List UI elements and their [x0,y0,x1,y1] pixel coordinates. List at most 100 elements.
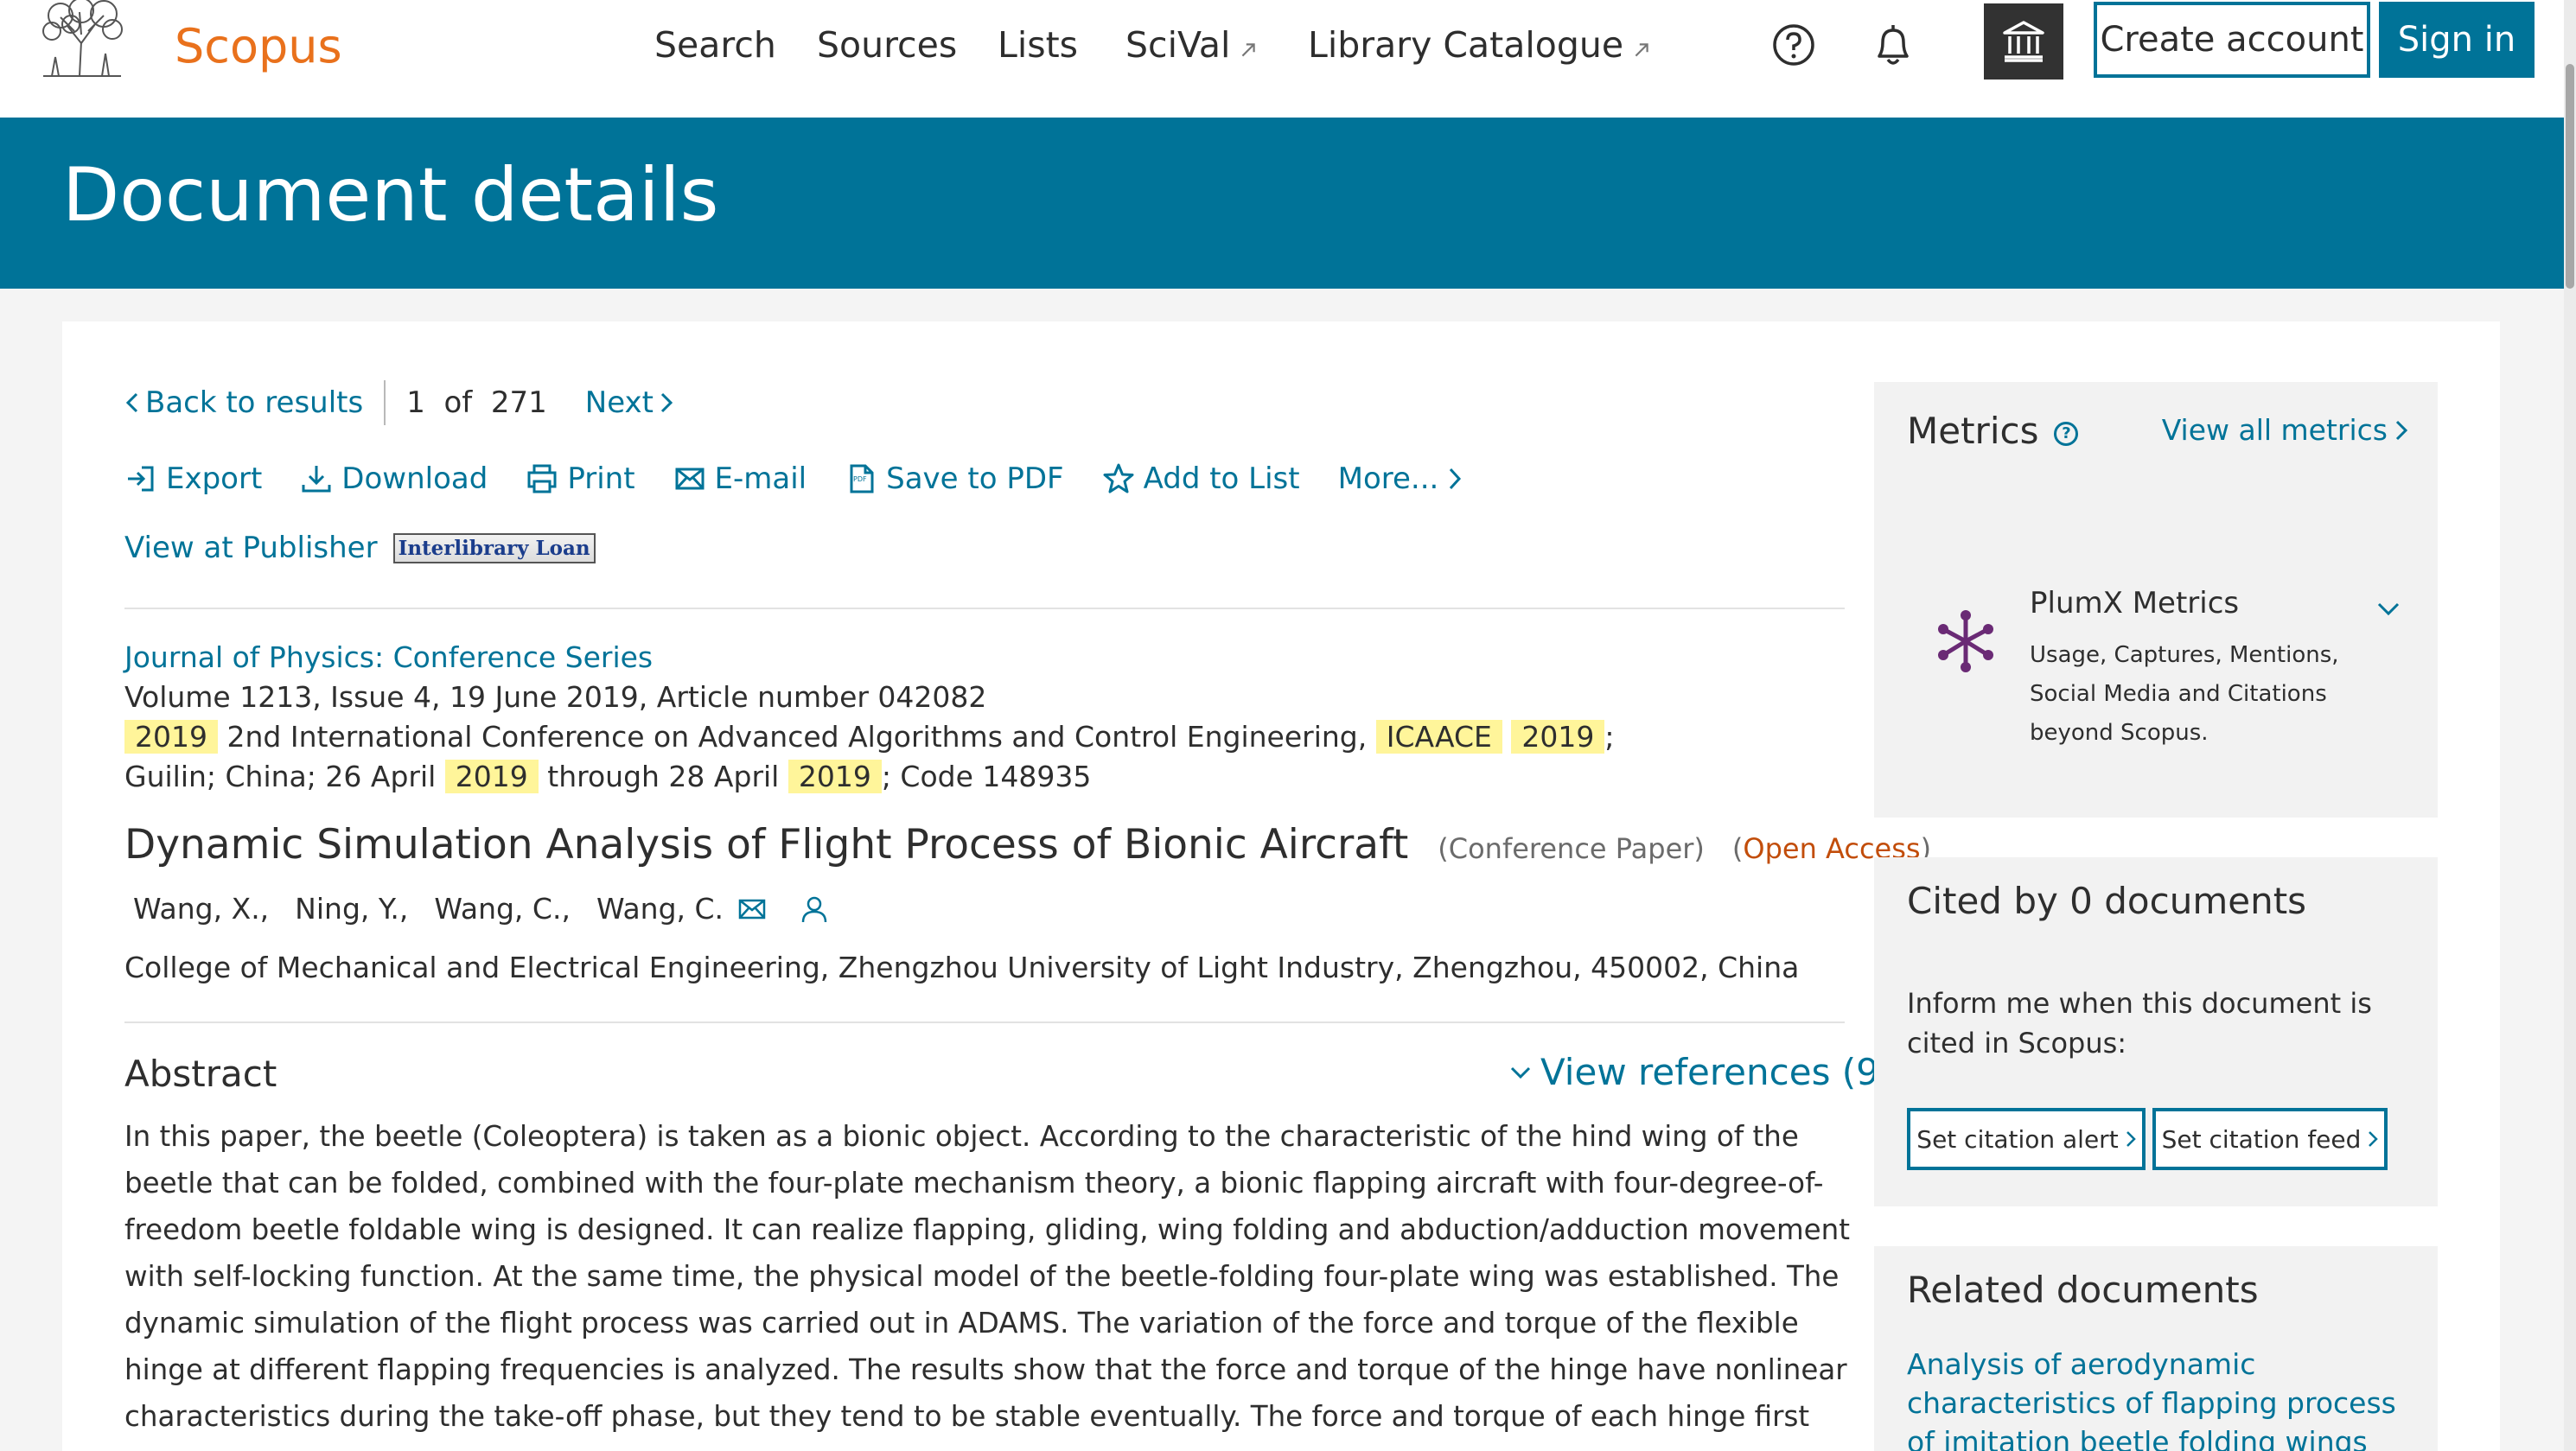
source-info: Journal of Physics: Conference Series Vo… [124,638,1853,797]
nav-scival[interactable]: SciVal [1125,24,1258,66]
location-line: Guilin; China; 26 April 2019 through 28 … [124,757,1853,797]
related-document-link[interactable]: Analysis of aerodynamic characteristics … [1907,1345,2408,1451]
envelope-icon[interactable] [737,894,767,924]
conference-line: 2019 2nd International Conference on Adv… [124,717,1853,757]
author-link[interactable]: Wang, X., [133,892,269,926]
scrollbar[interactable] [2564,0,2576,1451]
publisher-row: View at Publisher Interlibrary Loan [124,531,596,565]
save-pdf-button[interactable]: PDF Save to PDF [845,461,1064,496]
oa-open-paren: ( [1731,832,1744,865]
back-to-results-label: Back to results [145,385,364,420]
page-title: Document details [62,152,719,239]
more-label: More... [1337,461,1439,496]
document-title-row: Dynamic Simulation Analysis of Flight Pr… [124,821,1931,869]
page-banner: Document details [0,118,2564,289]
author-link[interactable]: Wang, C. [596,892,724,926]
external-link-icon [1241,43,1256,57]
chevron-right-icon [2395,420,2408,440]
metrics-title-label: Metrics [1907,410,2039,452]
abstract-heading: Abstract [124,1053,277,1095]
chevron-right-icon [1450,468,1462,490]
save-pdf-label: Save to PDF [886,461,1064,496]
highlight-year: 2019 [444,760,539,793]
highlight-year: 2019 [787,760,882,793]
bell-icon [1878,25,1909,65]
nav-lists[interactable]: Lists [998,24,1078,66]
highlight-year: 2019 [124,720,218,754]
email-button[interactable]: E-mail [673,461,807,496]
conference-name: 2nd International Conference on Advanced… [226,720,1368,754]
author-link[interactable]: Wang, C., [434,892,571,926]
view-at-publisher-link[interactable]: View at Publisher [124,531,378,565]
abstract-text: In this paper, the beetle (Coleoptera) i… [124,1120,1850,1451]
print-icon [527,464,557,493]
print-button[interactable]: Print [526,461,635,496]
chevron-down-icon[interactable] [2375,596,2401,622]
star-icon [1103,463,1134,493]
related-documents-panel: Related documents Analysis of aerodynami… [1874,1246,2438,1451]
elsevier-tree-logo[interactable] [26,0,138,80]
divider [124,1021,1845,1023]
document-type: (Conference Paper) [1438,832,1705,865]
view-references-label: View references (9) [1540,1051,1894,1093]
set-citation-feed-label: Set citation feed [2161,1124,2362,1154]
chevron-right-icon [2369,1131,2379,1147]
highlight-acronym: ICAACE [1375,720,1502,754]
divider [384,380,386,425]
nav-library-catalogue-label: Library Catalogue [1308,24,1624,66]
view-all-metrics-link[interactable]: View all metrics [2162,413,2408,447]
sign-in-button[interactable]: Sign in [2379,2,2535,78]
nav-search-label: Search [654,24,776,66]
set-citation-feed-button[interactable]: Set citation feed [2152,1108,2388,1170]
author-list: Wang, X., Ning, Y., Wang, C., Wang, C. [133,892,855,926]
download-button[interactable]: Download [300,461,488,496]
metrics-panel: Metrics? View all metrics PlumX Metrics … [1874,382,2438,818]
institution-button[interactable] [1984,3,2063,80]
location-through: through 28 April [547,760,780,793]
highlight-year: 2019 [1511,720,1605,754]
related-documents-title: Related documents [1907,1269,2259,1311]
nav-library-catalogue[interactable]: Library Catalogue [1308,24,1651,66]
scopus-brand[interactable]: Scopus [175,19,342,73]
email-icon [675,468,705,490]
cited-by-text: Inform me when this document is cited in… [1907,987,2372,1060]
conference-code: ; Code 148935 [881,760,1092,793]
top-navigation-bar: Scopus Search Sources Lists SciVal Libra… [0,0,2576,118]
scrollbar-thumb[interactable] [2566,64,2574,289]
add-to-list-label: Add to List [1143,461,1300,496]
nav-sources[interactable]: Sources [817,24,957,66]
next-result-label: Next [584,385,654,420]
pdf-icon: PDF [850,464,874,493]
next-result-link[interactable]: Next [585,385,674,420]
download-label: Download [341,461,488,496]
result-of: of [443,385,473,420]
svg-text:PDF: PDF [853,475,867,483]
journal-link[interactable]: Journal of Physics: Conference Series [124,638,1853,678]
author-link[interactable]: Ning, Y., [295,892,408,926]
set-citation-alert-label: Set citation alert [1916,1124,2119,1154]
set-citation-alert-button[interactable]: Set citation alert [1907,1108,2146,1170]
location-prefix: Guilin; China; 26 April [124,760,437,793]
notifications-button[interactable] [1869,21,1917,69]
back-to-results-link[interactable]: Back to results [124,385,363,420]
person-icon[interactable] [800,894,829,924]
view-references-link[interactable]: View references (9) [1509,1051,1893,1093]
more-button[interactable]: More... [1338,461,1463,496]
add-to-list-button[interactable]: Add to List [1102,461,1300,496]
create-account-button[interactable]: Create account [2094,2,2370,78]
help-icon [1773,24,1814,66]
volume-line: Volume 1213, Issue 4, 19 June 2019, Arti… [124,680,987,714]
nav-search[interactable]: Search [654,24,776,66]
divider [124,608,1845,609]
result-total: 271 [490,385,547,420]
plumx-icon [1938,610,1993,672]
cited-by-title: Cited by 0 documents [1907,880,2307,922]
external-link-icon [1635,43,1648,57]
help-button[interactable] [1769,21,1818,69]
metrics-title: Metrics? [1907,410,2079,452]
question-icon[interactable]: ? [2054,421,2079,446]
interlibrary-loan-button[interactable]: Interlibrary Loan [392,532,596,563]
results-navigation: Back to results 1 of 271 Next [124,380,674,425]
document-toolbar: Export Download Print E-mail PDF Save to… [124,461,1501,496]
export-button[interactable]: Export [124,461,262,496]
